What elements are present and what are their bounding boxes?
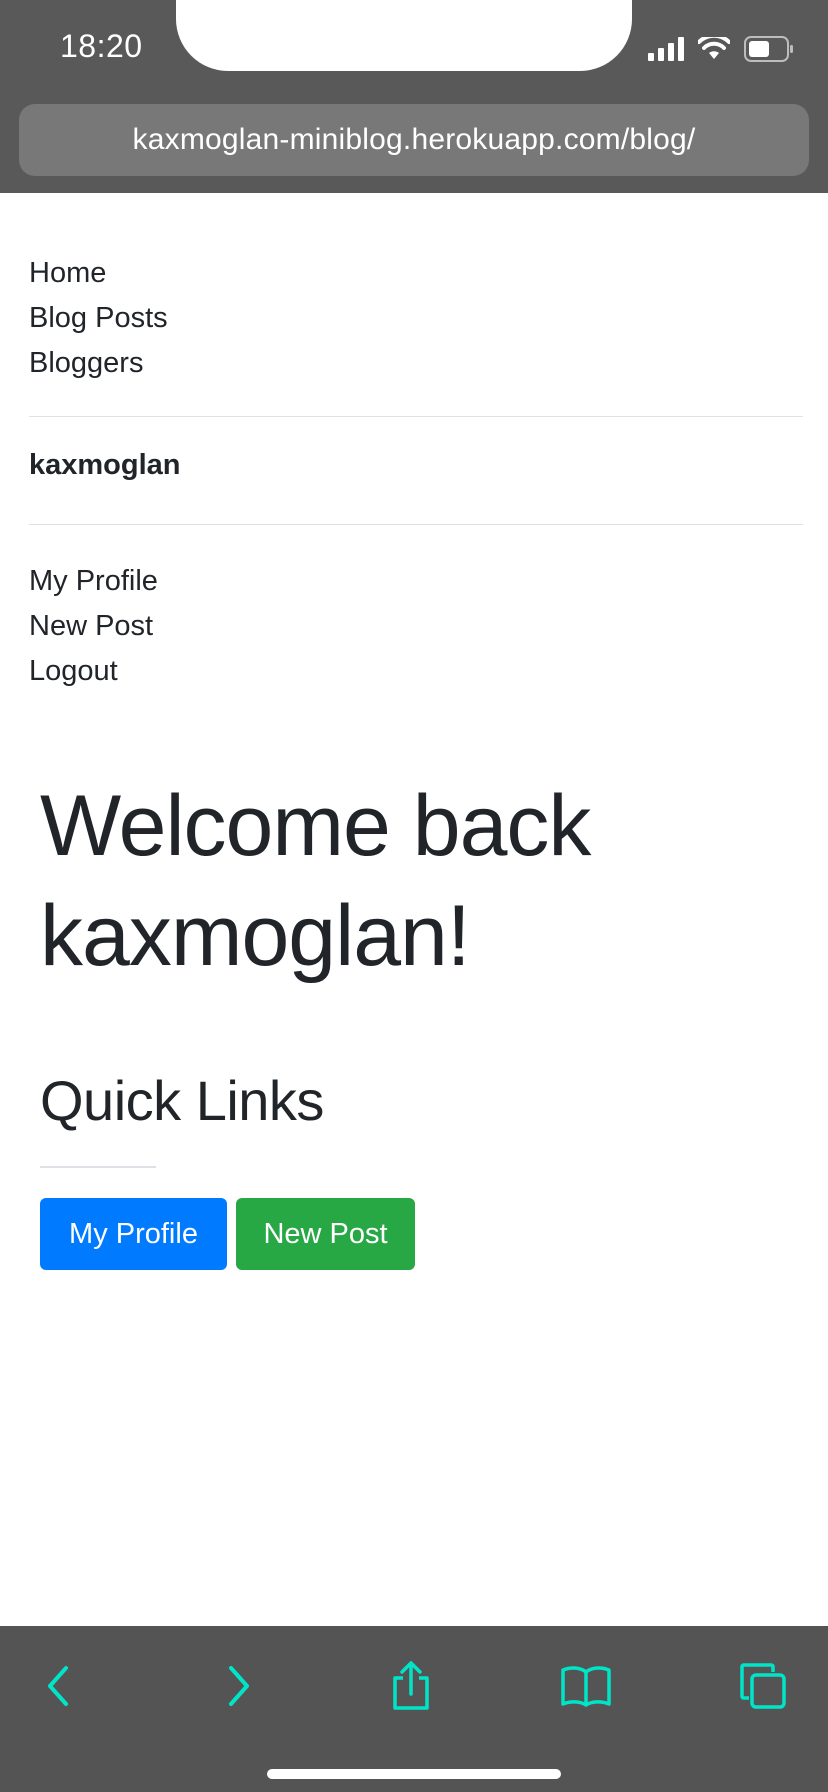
battery-icon [744, 36, 794, 62]
quick-links-rule [40, 1166, 156, 1168]
nav-link-blog-posts[interactable]: Blog Posts [29, 296, 168, 341]
cellular-signal-icon [648, 37, 686, 61]
back-icon[interactable] [30, 1656, 90, 1716]
address-bar[interactable]: kaxmoglan-miniblog.herokuapp.com/blog/ [19, 104, 809, 176]
bookmarks-icon[interactable] [556, 1656, 616, 1716]
nav-divider [29, 416, 803, 417]
main-nav: Home Blog Posts Bloggers [29, 251, 168, 386]
username-label: kaxmoglan [29, 449, 181, 481]
nav-link-home[interactable]: Home [29, 251, 168, 296]
home-indicator [267, 1769, 561, 1779]
status-time: 18:20 [60, 28, 143, 64]
browser-top-chrome: 18:20 kaxmoglan-miniblog.herokuapp.com/b… [0, 0, 828, 193]
new-post-button[interactable]: New Post [236, 1198, 415, 1270]
nav-link-my-profile[interactable]: My Profile [29, 559, 158, 604]
wifi-icon [698, 37, 730, 61]
phone-screen: 18:20 kaxmoglan-miniblog.herokuapp.com/b… [0, 0, 828, 1792]
tabs-icon[interactable] [733, 1656, 793, 1716]
browser-toolbar [0, 1626, 828, 1792]
nav-link-new-post[interactable]: New Post [29, 604, 158, 649]
forward-icon[interactable] [207, 1656, 267, 1716]
nav-link-bloggers[interactable]: Bloggers [29, 341, 168, 386]
welcome-heading: Welcome back kaxmoglan! [40, 778, 591, 984]
status-icons [648, 36, 794, 62]
user-nav: My Profile New Post Logout [29, 559, 158, 694]
nav-link-logout[interactable]: Logout [29, 649, 158, 694]
user-divider [29, 524, 803, 525]
quick-links-heading: Quick Links [40, 1069, 324, 1132]
device-notch [176, 0, 632, 71]
my-profile-button[interactable]: My Profile [40, 1198, 227, 1270]
url-text: kaxmoglan-miniblog.herokuapp.com/blog/ [132, 123, 696, 156]
share-icon[interactable] [381, 1656, 441, 1716]
page-content: Home Blog Posts Bloggers kaxmoglan My Pr… [0, 193, 828, 1626]
